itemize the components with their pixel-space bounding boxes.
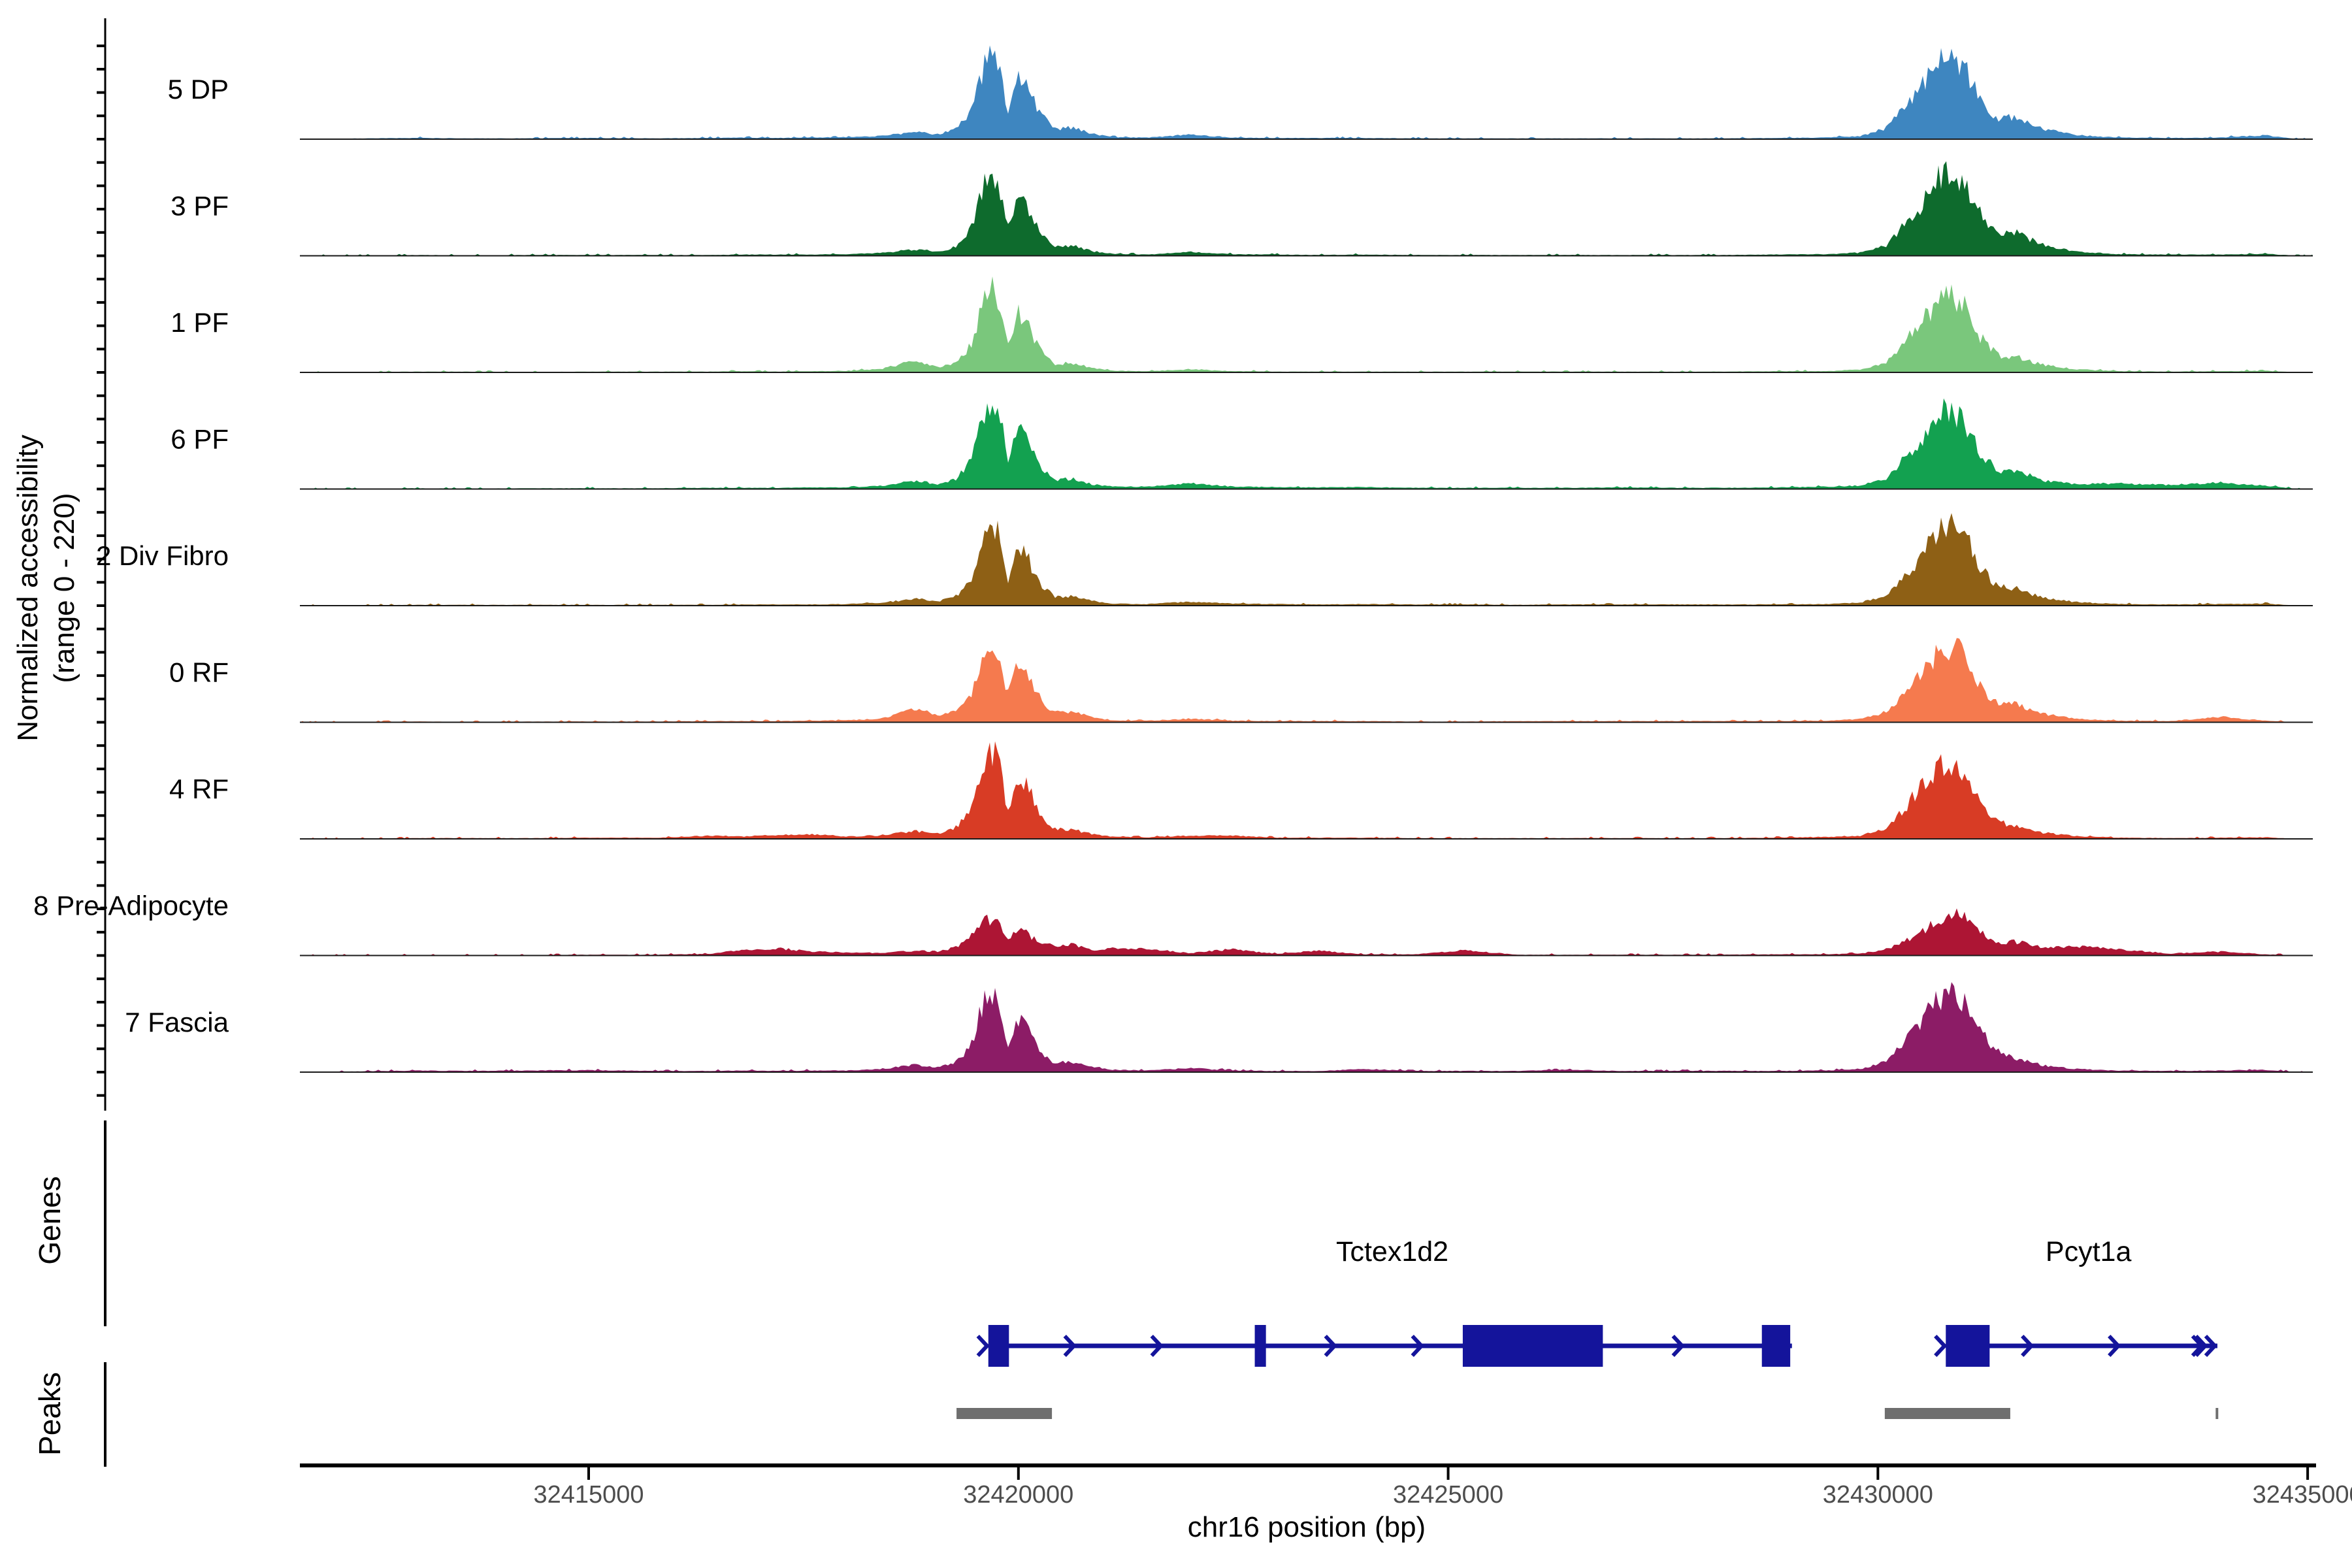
- x-axis-title: chr16 position (bp): [1188, 1511, 1426, 1543]
- track-label: 2 Div Fibro: [96, 540, 229, 571]
- coverage-plot-figure: Normalized accessibility (range 0 - 220)…: [0, 0, 2352, 1568]
- signal-area-8-pre-adipocyte: [300, 908, 2313, 955]
- track-label: 0 RF: [169, 657, 229, 688]
- strand-arrow-icon: [1935, 1336, 1944, 1356]
- signal-area-3-pf: [300, 161, 2313, 256]
- track-label: 3 PF: [171, 191, 229, 221]
- x-tick-label: 32435000: [2253, 1481, 2352, 1509]
- signal-area-7-fascia: [300, 982, 2313, 1072]
- signal-area-6-pf: [300, 399, 2313, 489]
- gene-exon: [1255, 1325, 1266, 1367]
- peak-bar: [1885, 1408, 2010, 1419]
- gene-label: Pcyt1a: [2046, 1236, 2132, 1267]
- x-tick-label: 32420000: [963, 1481, 1073, 1509]
- peak-calls: [956, 1408, 2218, 1419]
- track-label: 4 RF: [169, 774, 229, 804]
- y-axis-label-line2: (range 0 - 220): [48, 493, 80, 683]
- signal-area-1-pf: [300, 276, 2313, 372]
- signal-area-2-div-fibro: [300, 513, 2313, 606]
- x-tick-label: 32415000: [533, 1481, 644, 1509]
- signal-area-5-dp: [300, 46, 2313, 140]
- gene-exon: [1946, 1325, 1989, 1367]
- strand-arrow-icon: [978, 1336, 987, 1356]
- gene-exon: [1463, 1325, 1603, 1367]
- gene-exon: [1762, 1325, 1790, 1367]
- gene-exon: [988, 1325, 1009, 1367]
- signal-tracks: 5 DP 3 PF 1 PF 6 PF 2 Div Fibro 0 RF 4 RF 8 Pre…: [33, 46, 2313, 1073]
- track-label: 6 PF: [171, 424, 229, 455]
- track-label: 5 DP: [168, 74, 229, 105]
- x-tick-label: 32430000: [1823, 1481, 1933, 1509]
- signal-area-0-rf: [300, 638, 2313, 723]
- genes-section-label: Genes: [33, 1176, 67, 1265]
- x-axis: 32415000 32420000 32425000 32430000 32435000: [300, 1465, 2352, 1509]
- x-tick-label: 32425000: [1393, 1481, 1503, 1509]
- track-label: 7 Fascia: [125, 1007, 229, 1037]
- signal-area-4-rf: [300, 742, 2313, 839]
- peaks-section-label: Peaks: [33, 1372, 67, 1456]
- gene-models: Tctex1d2 Pcyt1a: [978, 1236, 2217, 1367]
- track-label: 1 PF: [171, 307, 229, 338]
- gene-label: Tctex1d2: [1336, 1236, 1448, 1267]
- genome-tracks-svg: Normalized accessibility (range 0 - 220)…: [0, 0, 2352, 1568]
- peak-bar: [2215, 1408, 2218, 1419]
- peak-bar: [956, 1408, 1052, 1419]
- y-axis-label-line1: Normalized accessibility: [12, 434, 44, 741]
- track-label: 8 Pre-Adipocyte: [33, 890, 229, 921]
